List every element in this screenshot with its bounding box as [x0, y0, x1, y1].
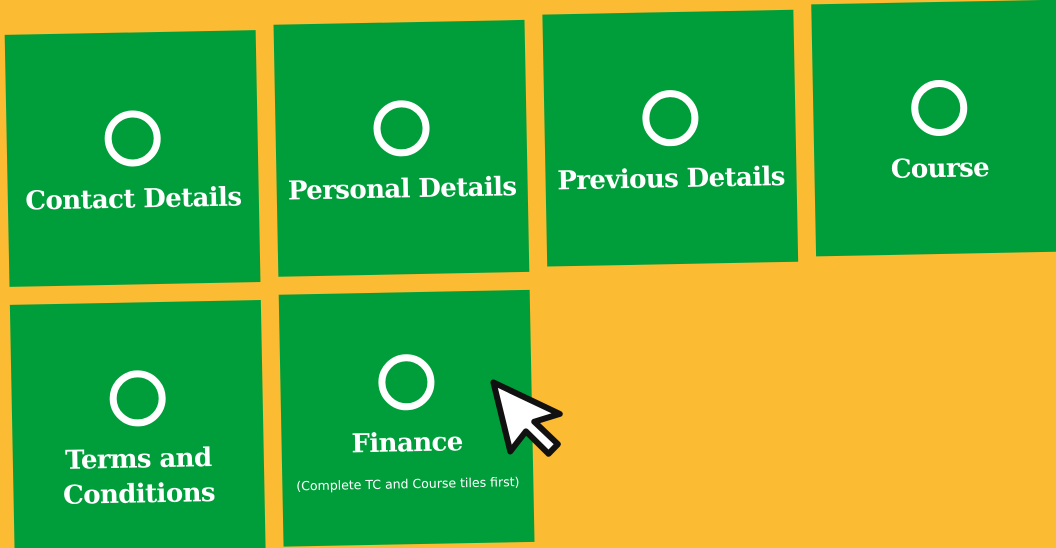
tile-label: Course	[890, 153, 990, 185]
empty-circle-icon	[641, 89, 699, 147]
tile-course[interactable]: Course	[811, 0, 1056, 257]
tile-label: Previous Details	[557, 161, 786, 197]
tile-previous-details[interactable]: Previous Details	[542, 9, 799, 267]
empty-circle-icon	[377, 353, 435, 411]
empty-circle-icon	[910, 79, 968, 137]
empty-circle-icon	[103, 109, 161, 168]
empty-circle-icon	[372, 99, 430, 157]
tile-label: Terms and Conditions	[62, 443, 216, 511]
tile-contact-details[interactable]: Contact Details	[4, 30, 261, 287]
tile-label: Finance	[351, 427, 463, 460]
tile-finance[interactable]: Finance (Complete TC and Course tiles fi…	[278, 289, 535, 547]
empty-circle-icon	[108, 369, 166, 427]
tile-note: (Complete TC and Course tiles first)	[296, 474, 520, 494]
application-stage: Contact Details Personal Details Previou…	[0, 0, 1056, 548]
tile-grid: Contact Details Personal Details Previou…	[0, 0, 1056, 548]
tile-terms-and-conditions[interactable]: Terms and Conditions	[9, 300, 266, 548]
tile-personal-details[interactable]: Personal Details	[273, 19, 530, 277]
tile-label: Contact Details	[25, 182, 242, 217]
tile-label: Personal Details	[287, 172, 517, 207]
